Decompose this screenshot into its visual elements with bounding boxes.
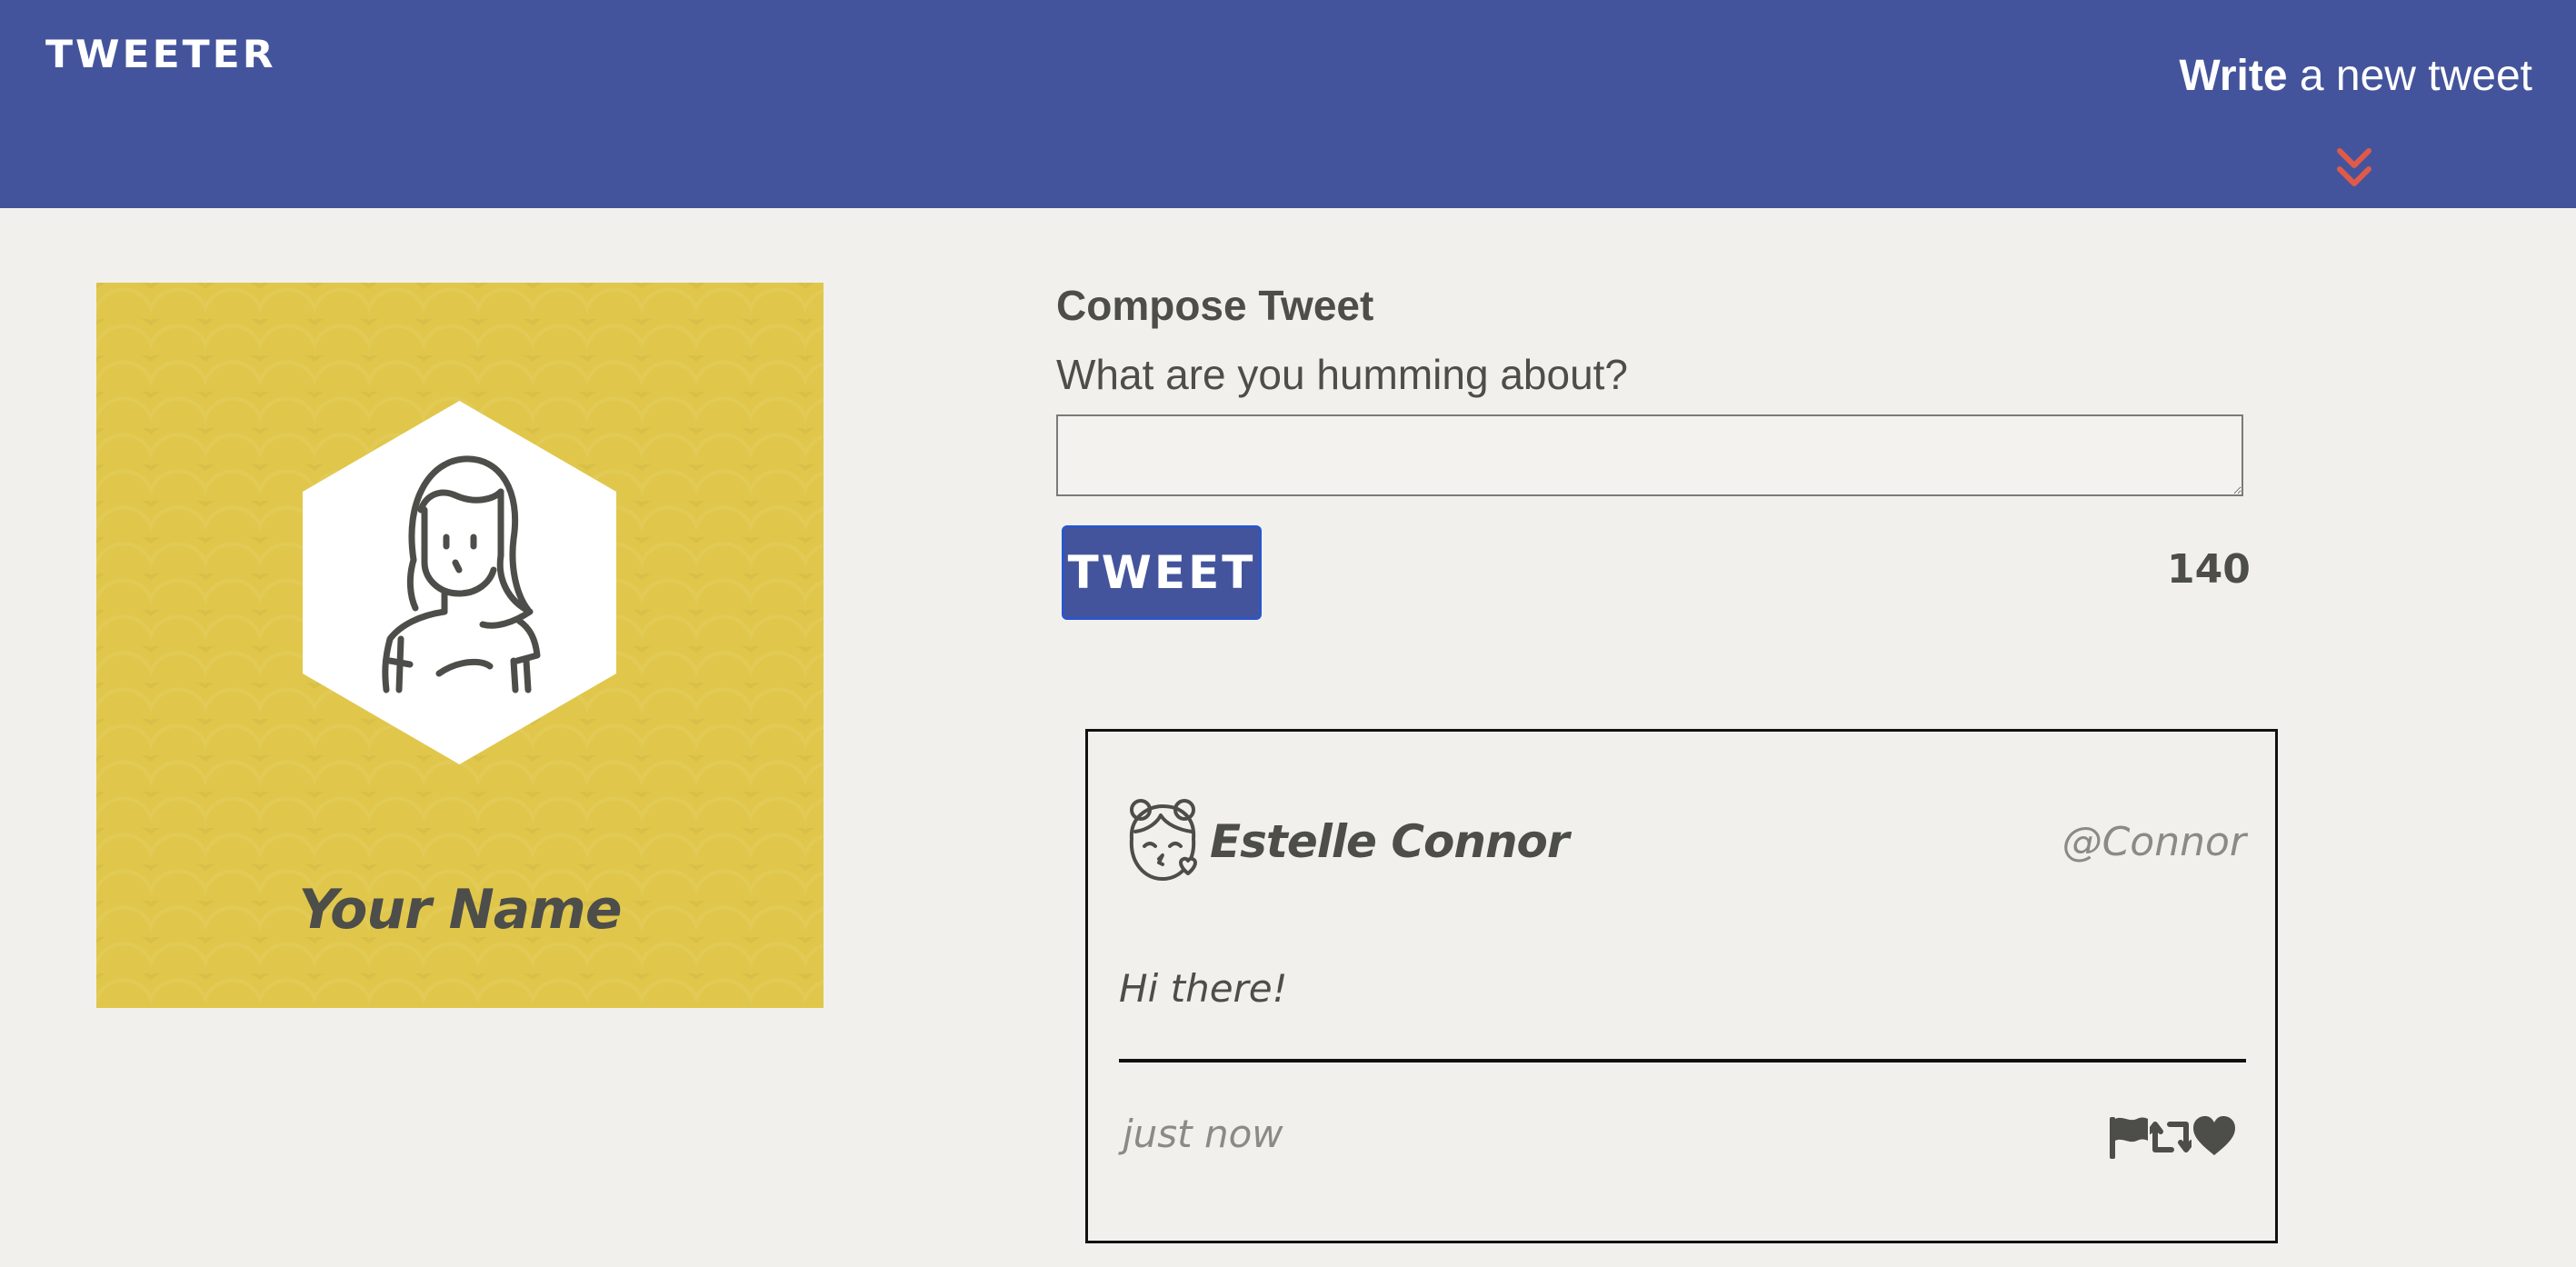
girl-kiss-avatar-icon <box>1129 799 1197 881</box>
profile-name: Your Name <box>298 878 622 942</box>
tweet-author-name: Estelle Connor <box>1210 815 1570 868</box>
compose-prompt-label: What are you humming about? <box>1056 351 1629 398</box>
tweet-button[interactable]: TWEET <box>1062 525 1262 620</box>
girl-avatar-icon <box>303 401 616 764</box>
profile-card: Your Name <box>96 283 824 1008</box>
logo[interactable]: TWEETER <box>45 33 276 76</box>
tweet-card: Estelle Connor @Connor Hi there! just no… <box>1085 729 2278 1243</box>
tweet-author-handle[interactable]: @Connor <box>2062 819 2246 865</box>
write-link-rest: a new tweet <box>2287 52 2532 100</box>
heart-icon[interactable] <box>2192 1113 2237 1161</box>
retweet-icon[interactable] <box>2150 1113 2192 1161</box>
tweet-actions <box>2108 1113 2237 1161</box>
tweet-timestamp: just now <box>1123 1112 1283 1156</box>
tweet-divider <box>1119 1059 2246 1062</box>
flag-icon[interactable] <box>2108 1113 2150 1161</box>
compose-section: Compose Tweet What are you humming about… <box>1056 278 2256 620</box>
char-counter: 140 <box>2167 546 2251 593</box>
top-nav: TWEETER Write a new tweet <box>0 0 2576 208</box>
double-chevron-down-icon[interactable] <box>2334 145 2374 191</box>
write-link-strong: Write <box>2179 52 2288 100</box>
tweet-text: Hi there! <box>1119 966 1288 1011</box>
compose-title: Compose Tweet <box>1056 282 1374 329</box>
tweet-textarea[interactable] <box>1056 414 2243 496</box>
write-new-tweet-link[interactable]: Write a new tweet <box>2179 51 2532 101</box>
